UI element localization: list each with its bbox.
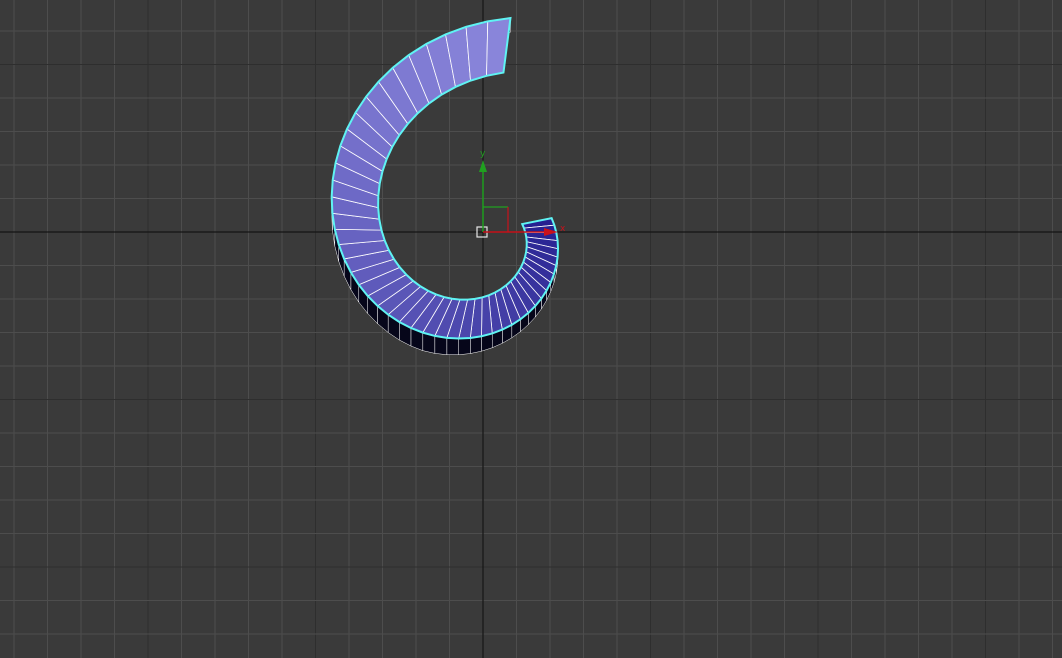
spiral-side-face[interactable] [434, 335, 448, 355]
spiral-object[interactable] [330, 16, 560, 356]
viewport-grid [0, 0, 1062, 658]
spiral-side-face[interactable] [446, 337, 459, 355]
spiral-side-face[interactable] [458, 337, 471, 356]
gizmo-y-arrow-icon[interactable] [479, 160, 487, 172]
gizmo-y-label: y [480, 149, 486, 159]
viewport-canvas[interactable]: y x [0, 0, 1062, 658]
gizmo-x-label: x [560, 224, 566, 234]
spiral-side-face[interactable] [470, 335, 482, 354]
viewport-perspective[interactable]: y x [0, 0, 1062, 658]
